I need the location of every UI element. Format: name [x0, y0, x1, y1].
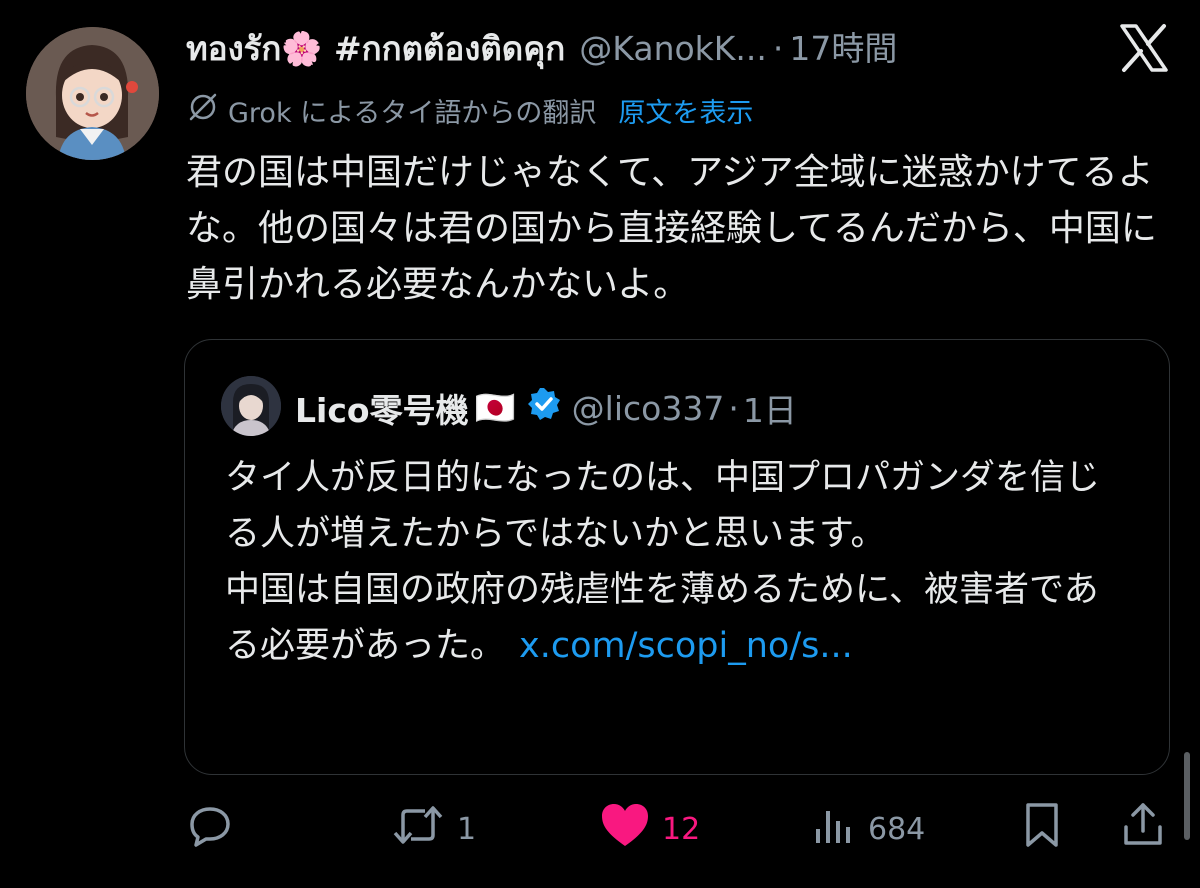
verified-badge-icon — [526, 386, 562, 430]
translation-label: Grok によるタイ語からの翻訳 — [228, 97, 597, 129]
x-logo-icon[interactable] — [1118, 22, 1170, 74]
translation-row: Grok によるタイ語からの翻訳 原文を表示 — [186, 88, 753, 132]
quote-text: タイ人が反日的になったのは、中国プロパガンダを信じる人が増えたからではないかと思… — [225, 450, 1125, 674]
tweet-text: 君の国は中国だけじゃなくて、アジア全域に迷惑かけてるよな。他の国々は君の国から直… — [186, 152, 1157, 305]
tweet-timestamp[interactable]: 17時間 — [789, 24, 897, 74]
like-count: 12 — [662, 811, 701, 847]
tweet-header: ทองรัก🌸 #กกตต้องติดคุก @KanokK... · 17時間 — [186, 24, 1106, 74]
quote-timestamp[interactable]: 1日 — [743, 384, 797, 432]
quote-header: Lico零号機 🇯🇵 @lico337 · 1日 — [295, 380, 797, 436]
quote-text-paragraph-2: 中国は自国の政府の残虐性を薄めるために、被害者である必要があった。 x.com/s… — [225, 562, 1125, 674]
separator-dot: · — [772, 29, 784, 68]
view-count: 684 — [868, 811, 926, 847]
like-button[interactable]: 12 — [600, 800, 700, 858]
retweet-button[interactable]: 1 — [391, 800, 476, 858]
show-original-link[interactable]: 原文を表示 — [618, 91, 753, 130]
share-button[interactable] — [1120, 800, 1166, 858]
reply-icon — [186, 801, 234, 857]
bookmark-button[interactable] — [1020, 800, 1064, 858]
quote-link[interactable]: x.com/scopi_no/s... — [519, 626, 853, 666]
heart-icon — [600, 802, 650, 856]
reply-button[interactable] — [186, 800, 246, 858]
translate-slash-icon — [186, 90, 220, 131]
retweet-icon — [391, 801, 445, 857]
quoted-tweet-card[interactable]: Lico零号機 🇯🇵 @lico337 · 1日 タイ人が反日的になったのは、中… — [184, 339, 1170, 775]
quote-avatar-image — [221, 376, 281, 436]
quote-handle[interactable]: @lico337 — [572, 389, 725, 428]
views-icon — [812, 803, 856, 855]
avatar-illustration — [26, 27, 159, 160]
author-handle[interactable]: @KanokK... — [579, 24, 767, 74]
bookmark-icon — [1020, 801, 1064, 857]
share-icon — [1120, 801, 1166, 857]
action-bar: 1 12 684 — [186, 800, 1176, 858]
quote-display-name[interactable]: Lico零号機 — [295, 384, 469, 432]
author-avatar[interactable] — [26, 27, 159, 160]
views-button[interactable]: 684 — [812, 800, 925, 858]
quote-separator-dot: · — [728, 388, 739, 428]
quote-text-paragraph-1: タイ人が反日的になったのは、中国プロパガンダを信じる人が増えたからではないかと思… — [225, 458, 1101, 554]
japan-flag-emoji: 🇯🇵 — [474, 388, 516, 427]
quote-author-avatar[interactable] — [221, 376, 281, 436]
scrollbar[interactable] — [1184, 752, 1190, 840]
author-display-name[interactable]: ทองรัก🌸 #กกตต้องติดคุก — [186, 24, 565, 74]
retweet-count: 1 — [457, 811, 477, 847]
